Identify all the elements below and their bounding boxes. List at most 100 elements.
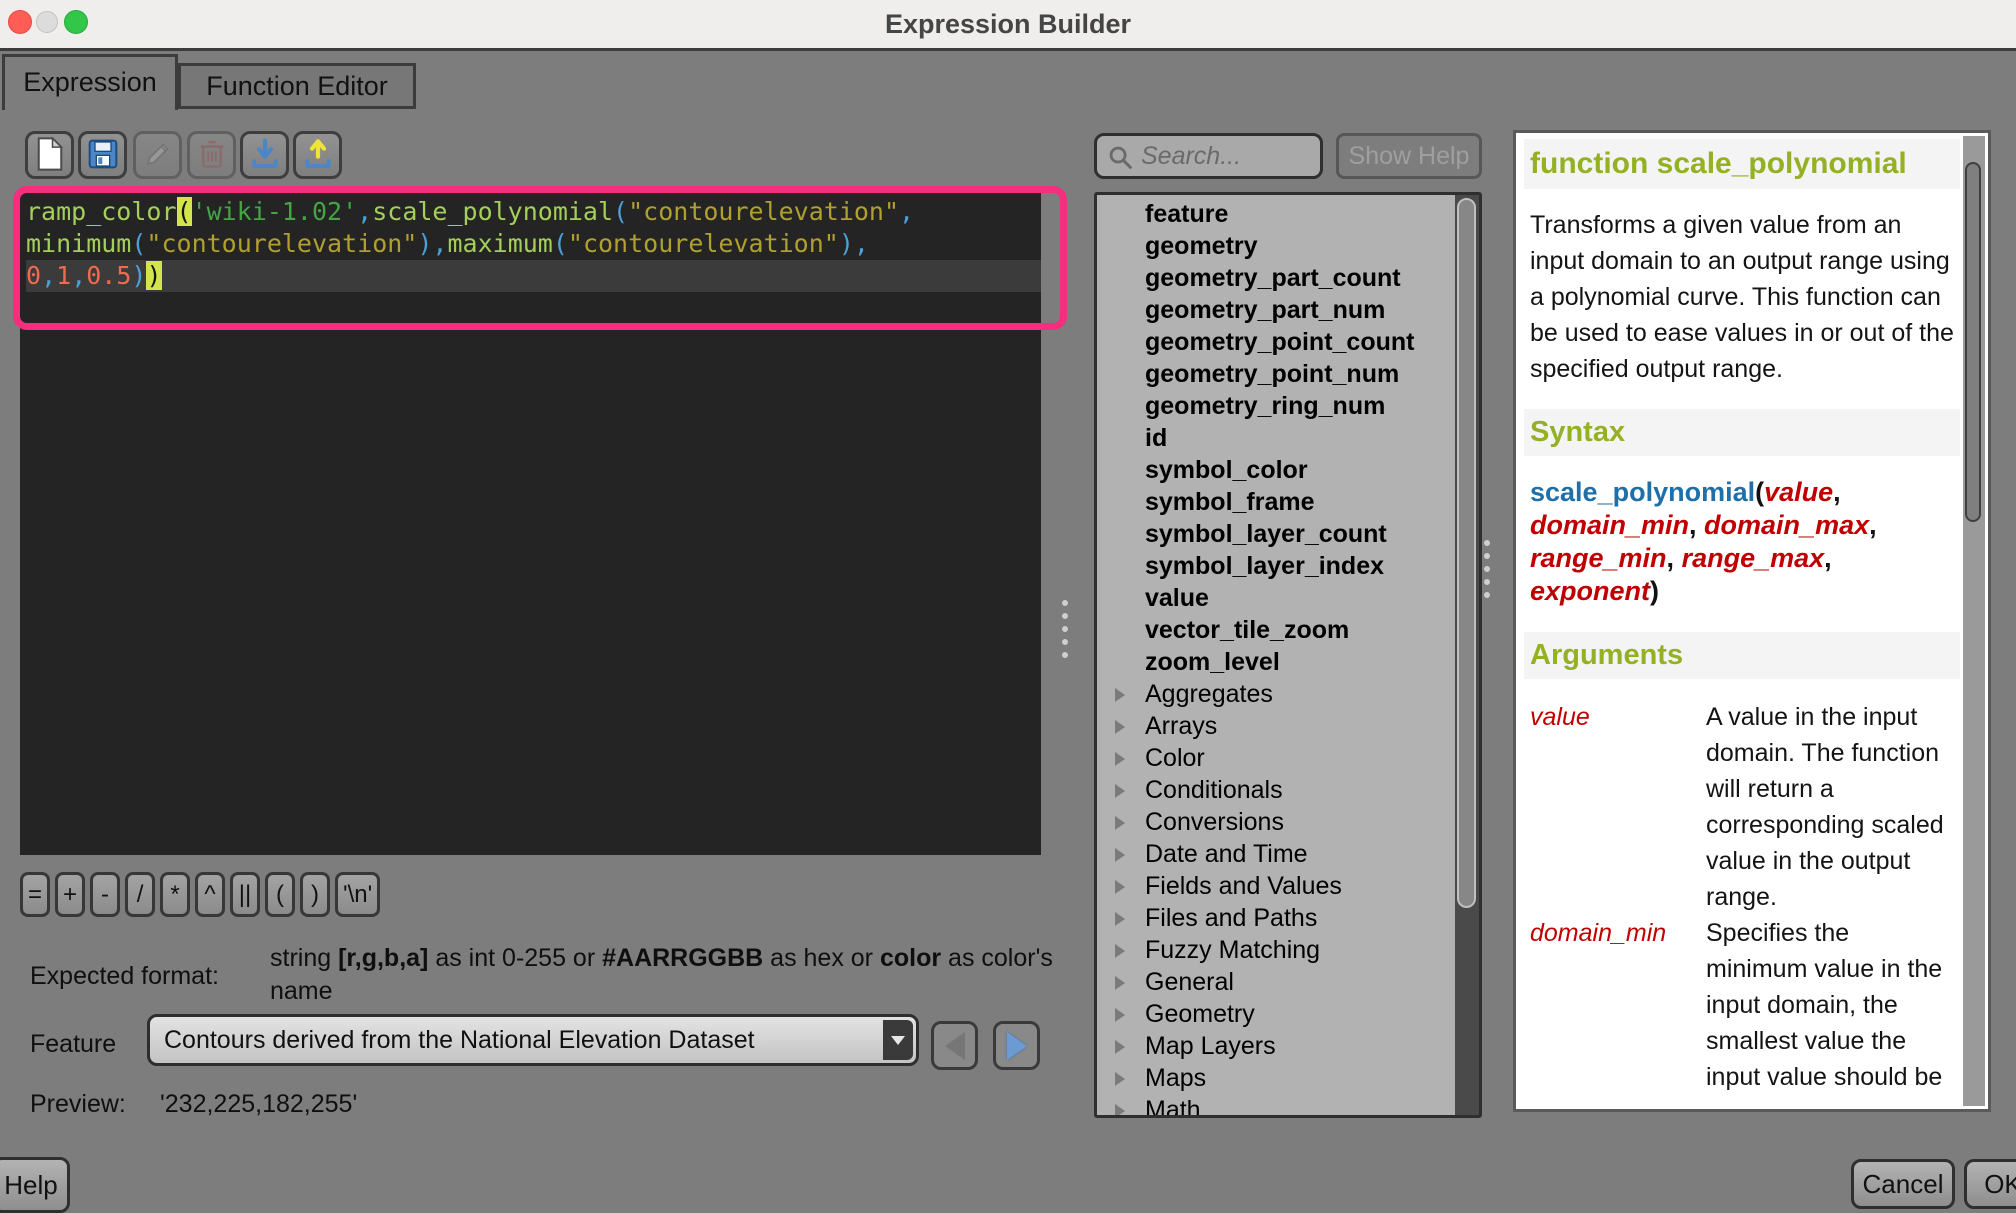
export-expression-button[interactable] xyxy=(293,131,342,179)
expression-editor[interactable]: ramp_color('wiki-1.02',scale_polynomial(… xyxy=(20,190,1041,855)
operator-button-/[interactable]: / xyxy=(125,872,155,917)
expression-code-line: ramp_color('wiki-1.02',scale_polynomial(… xyxy=(26,196,1041,228)
function-group-fields-and-values[interactable]: Fields and Values xyxy=(1097,870,1453,902)
import-arrow-down-icon xyxy=(249,138,281,173)
arguments-table: valueA value in the input domain. The fu… xyxy=(1530,699,1954,1095)
expand-arrow-icon[interactable] xyxy=(1115,944,1125,958)
function-group-date-and-time[interactable]: Date and Time xyxy=(1097,838,1453,870)
function-list-item-geometry[interactable]: geometry xyxy=(1097,230,1453,262)
function-list-item-geometry_point_count[interactable]: geometry_point_count xyxy=(1097,326,1453,358)
operator-button-^[interactable]: ^ xyxy=(195,872,225,917)
expected-format-label: Expected format: xyxy=(30,962,219,991)
function-list-item-geometry_part_num[interactable]: geometry_part_num xyxy=(1097,294,1453,326)
expand-arrow-icon[interactable] xyxy=(1115,752,1125,766)
argument-name: domain_min xyxy=(1530,915,1706,1095)
operator-button-([interactable]: ( xyxy=(265,872,295,917)
function-group-arrays[interactable]: Arrays xyxy=(1097,710,1453,742)
function-group-math[interactable]: Math xyxy=(1097,1094,1453,1118)
tab-function-editor[interactable]: Function Editor xyxy=(178,63,416,109)
combo-dropdown-arrow-icon[interactable] xyxy=(883,1020,913,1060)
syntax-code: scale_polynomial(value, domain_min, doma… xyxy=(1530,476,1954,608)
function-list-scrollbar-thumb[interactable] xyxy=(1457,198,1476,908)
expand-arrow-icon[interactable] xyxy=(1115,848,1125,862)
search-input[interactable] xyxy=(1141,138,1316,174)
new-expression-button[interactable] xyxy=(25,131,74,179)
expand-arrow-icon[interactable] xyxy=(1115,912,1125,926)
expression-code-line: 0,1,0.5)) xyxy=(26,260,1041,292)
operator-button-+[interactable]: + xyxy=(55,872,85,917)
function-list-item-zoom_level[interactable]: zoom_level xyxy=(1097,646,1453,678)
function-group-map-layers[interactable]: Map Layers xyxy=(1097,1030,1453,1062)
argument-name: value xyxy=(1530,699,1706,915)
search-box[interactable] xyxy=(1094,133,1323,179)
operator-button-*[interactable]: * xyxy=(160,872,190,917)
operator-button-row: =+-/*^||()'\n' xyxy=(20,872,380,917)
function-list-item-id[interactable]: id xyxy=(1097,422,1453,454)
operator-button-=[interactable]: = xyxy=(20,872,50,917)
expression-code-line: minimum("contourelevation"),maximum("con… xyxy=(26,228,1041,260)
new-file-icon xyxy=(35,137,65,174)
feature-selected-value: Contours derived from the National Eleva… xyxy=(164,1017,755,1063)
function-group-general[interactable]: General xyxy=(1097,966,1453,998)
function-list-item-geometry_ring_num[interactable]: geometry_ring_num xyxy=(1097,390,1453,422)
function-group-fuzzy-matching[interactable]: Fuzzy Matching xyxy=(1097,934,1453,966)
ok-button[interactable]: OK xyxy=(1964,1159,2016,1209)
edit-expression-button[interactable] xyxy=(133,131,182,179)
cancel-button[interactable]: Cancel xyxy=(1851,1159,1955,1209)
function-group-conversions[interactable]: Conversions xyxy=(1097,806,1453,838)
pane-top-border xyxy=(0,48,2016,51)
function-group-conditionals[interactable]: Conditionals xyxy=(1097,774,1453,806)
function-list-item-symbol_layer_index[interactable]: symbol_layer_index xyxy=(1097,550,1453,582)
function-list-item-symbol_color[interactable]: symbol_color xyxy=(1097,454,1453,486)
function-help-panel: function scale_polynomial Transforms a g… xyxy=(1513,130,1991,1112)
expand-arrow-icon[interactable] xyxy=(1115,880,1125,894)
help-button[interactable]: Help xyxy=(0,1157,70,1213)
help-scrollbar-thumb[interactable] xyxy=(1965,162,1981,522)
pencil-icon xyxy=(143,139,173,172)
show-help-button[interactable]: Show Help xyxy=(1336,133,1482,179)
function-list-item-vector_tile_zoom[interactable]: vector_tile_zoom xyxy=(1097,614,1453,646)
splitter-handle-right[interactable] xyxy=(1484,540,1490,598)
expand-arrow-icon[interactable] xyxy=(1115,784,1125,798)
function-list-item-symbol_layer_count[interactable]: symbol_layer_count xyxy=(1097,518,1453,550)
export-arrow-up-icon xyxy=(302,138,334,173)
function-group-maps[interactable]: Maps xyxy=(1097,1062,1453,1094)
operator-button--[interactable]: - xyxy=(90,872,120,917)
expected-format-value: string [r,g,b,a] as int 0-255 or #AARRGG… xyxy=(270,942,1060,1008)
expand-arrow-icon[interactable] xyxy=(1115,976,1125,990)
help-scrollbar[interactable] xyxy=(1963,136,1985,1106)
function-list-item-geometry_point_num[interactable]: geometry_point_num xyxy=(1097,358,1453,390)
function-list-scrollbar[interactable] xyxy=(1455,195,1479,1115)
operator-button-'\n'[interactable]: '\n' xyxy=(335,872,380,917)
function-group-color[interactable]: Color xyxy=(1097,742,1453,774)
expand-arrow-icon[interactable] xyxy=(1115,688,1125,702)
save-floppy-icon xyxy=(87,138,119,173)
function-list-item-feature[interactable]: feature xyxy=(1097,198,1453,230)
operator-button-)[interactable]: ) xyxy=(300,872,330,917)
window-title: Expression Builder xyxy=(0,0,2016,48)
expand-arrow-icon[interactable] xyxy=(1115,816,1125,830)
expand-arrow-icon[interactable] xyxy=(1115,720,1125,734)
feature-select[interactable]: Contours derived from the National Eleva… xyxy=(147,1014,919,1066)
expand-arrow-icon[interactable] xyxy=(1115,1072,1125,1086)
arguments-heading: Arguments xyxy=(1524,632,1960,679)
splitter-handle-left[interactable] xyxy=(1062,600,1068,658)
save-expression-button[interactable] xyxy=(78,131,127,179)
expand-arrow-icon[interactable] xyxy=(1115,1040,1125,1054)
function-group-geometry[interactable]: Geometry xyxy=(1097,998,1453,1030)
operator-button-||[interactable]: || xyxy=(230,872,260,917)
search-icon xyxy=(1107,144,1135,177)
function-list-item-value[interactable]: value xyxy=(1097,582,1453,614)
expand-arrow-icon[interactable] xyxy=(1115,1104,1125,1118)
function-group-aggregates[interactable]: Aggregates xyxy=(1097,678,1453,710)
next-feature-button[interactable] xyxy=(993,1021,1040,1070)
feature-label: Feature xyxy=(30,1030,116,1059)
function-group-files-and-paths[interactable]: Files and Paths xyxy=(1097,902,1453,934)
expand-arrow-icon[interactable] xyxy=(1115,1008,1125,1022)
delete-expression-button[interactable] xyxy=(187,131,236,179)
tab-expression[interactable]: Expression xyxy=(2,54,178,110)
function-list-item-geometry_part_count[interactable]: geometry_part_count xyxy=(1097,262,1453,294)
import-expression-button[interactable] xyxy=(240,131,289,179)
previous-feature-button[interactable] xyxy=(931,1021,978,1070)
function-list-item-symbol_frame[interactable]: symbol_frame xyxy=(1097,486,1453,518)
